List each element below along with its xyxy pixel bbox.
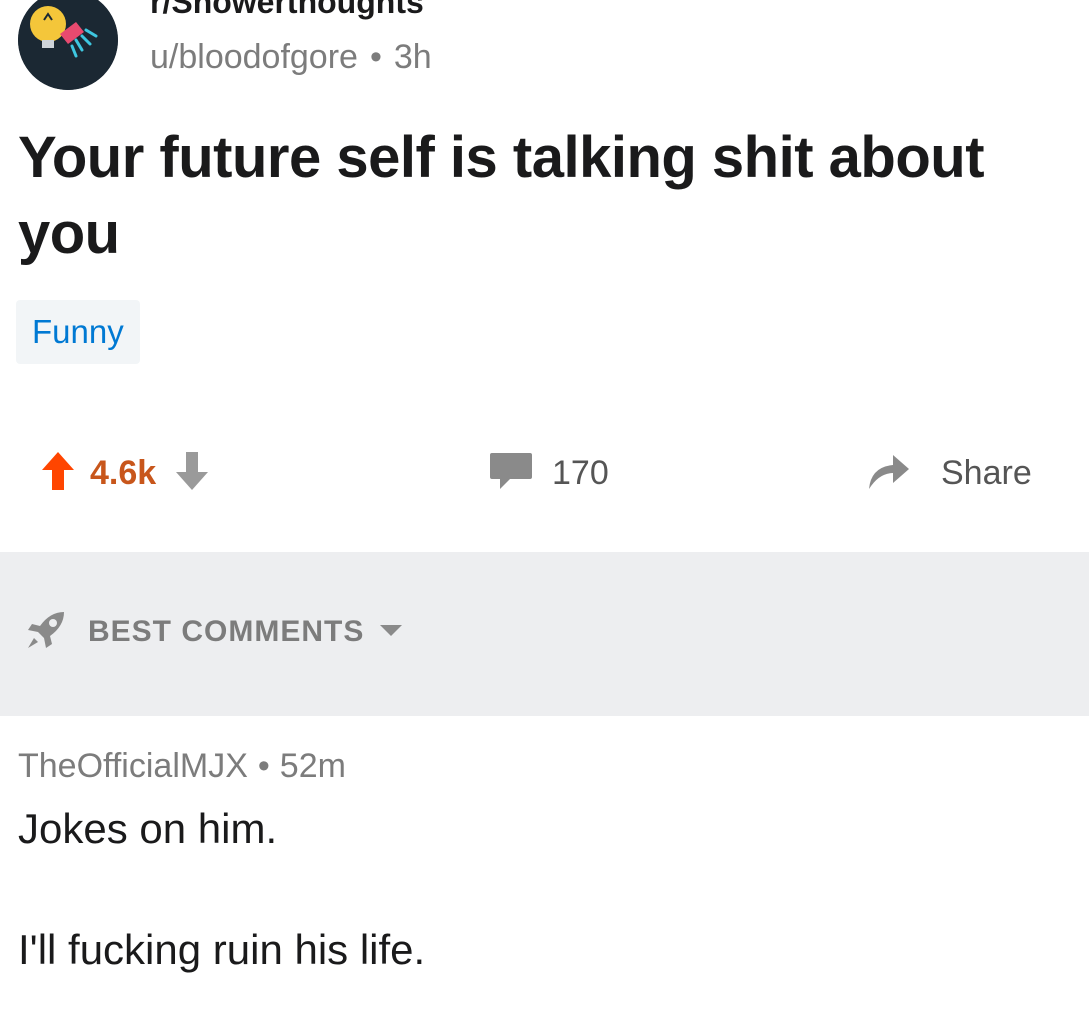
comments-button[interactable]: 170 bbox=[488, 445, 609, 501]
post-title[interactable]: Your future self is talking shit about y… bbox=[18, 120, 1058, 272]
comment-body-line-2: I'll fucking ruin his life. bbox=[18, 926, 426, 973]
post-age: 3h bbox=[393, 38, 432, 76]
chevron-down-icon bbox=[380, 623, 403, 642]
comment-meta: TheOfficialMJX • 52m bbox=[18, 747, 346, 786]
comment-sort-dropdown[interactable]: BEST COMMENTS bbox=[24, 607, 403, 657]
upvote-icon[interactable] bbox=[40, 450, 76, 497]
post-meta: u/bloodofgore • 3h bbox=[150, 38, 432, 77]
share-label: Share bbox=[941, 453, 1032, 492]
post-flair[interactable]: Funny bbox=[16, 300, 140, 364]
subreddit-name[interactable]: r/Showerthoughts bbox=[150, 0, 424, 21]
post-author[interactable]: u/bloodofgore bbox=[150, 38, 358, 76]
share-arrow-icon bbox=[865, 451, 911, 496]
meta-separator: • bbox=[369, 38, 382, 76]
subreddit-avatar[interactable] bbox=[18, 0, 118, 90]
comment-author[interactable]: TheOfficialMJX bbox=[18, 747, 248, 785]
comment-meta-separator: • bbox=[257, 747, 270, 785]
comment-count: 170 bbox=[552, 453, 609, 492]
vote-controls: 4.6k bbox=[40, 445, 210, 501]
rocket-icon bbox=[24, 608, 68, 657]
downvote-icon[interactable] bbox=[174, 450, 210, 497]
sort-label: BEST COMMENTS bbox=[88, 615, 365, 648]
comment-body-line-1: Jokes on him. bbox=[18, 805, 278, 852]
share-button[interactable]: Share bbox=[865, 445, 1032, 501]
comment-age: 52m bbox=[279, 747, 346, 785]
vote-score: 4.6k bbox=[90, 453, 157, 492]
shower-lightbulb-icon bbox=[18, 0, 118, 90]
comment-bubble-icon bbox=[488, 451, 534, 496]
